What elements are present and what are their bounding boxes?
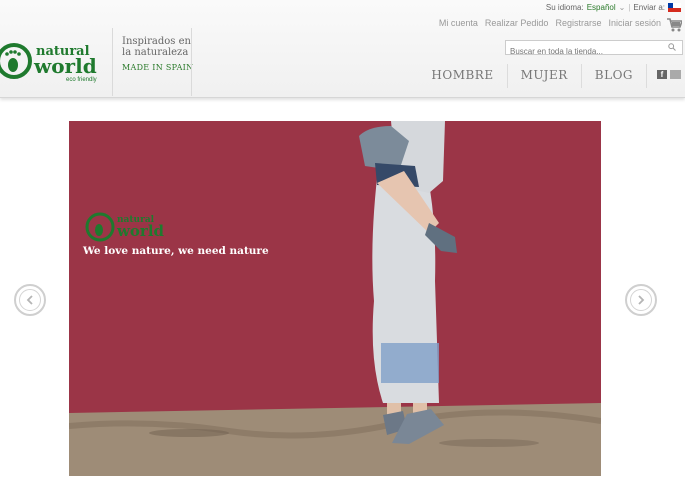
hero-slider: natural world We love nature, we need na…	[69, 121, 601, 476]
chevron-down-icon[interactable]: ⌄	[619, 3, 626, 12]
instagram-icon[interactable]	[670, 70, 681, 79]
social-links: f	[646, 64, 685, 88]
search-input[interactable]	[506, 45, 664, 58]
main-nav: HOMBRE MUJER BLOG f	[418, 64, 685, 88]
chile-flag-icon[interactable]	[668, 3, 681, 12]
hero-slogan: We love nature, we need nature	[83, 245, 269, 257]
site-header: Su idioma: Español ⌄ | Enviar a: Mi cuen…	[0, 0, 685, 98]
facebook-icon[interactable]: f	[657, 70, 667, 79]
divider: |	[628, 3, 631, 12]
brand-tagline: Inspirados en la naturaleza	[122, 36, 191, 58]
locale-bar: Su idioma: Español ⌄ | Enviar a:	[546, 3, 681, 12]
divider	[112, 28, 113, 96]
account-links: Mi cuenta Realizar Pedido Registrarse In…	[439, 18, 661, 28]
language-select[interactable]: Español	[587, 3, 616, 12]
brand-name-line2: world	[33, 54, 97, 78]
brand-logo[interactable]: natural world eco friendly	[0, 38, 105, 84]
checkout-link[interactable]: Realizar Pedido	[485, 18, 549, 28]
language-label: Su idioma:	[545, 3, 584, 12]
brand-subtitle: eco friendly	[66, 77, 97, 83]
hero-image: natural world	[69, 121, 601, 476]
chevron-left-icon	[26, 295, 33, 305]
register-link[interactable]: Registrarse	[555, 18, 601, 28]
search-icon[interactable]	[668, 43, 676, 51]
slider-prev-button[interactable]	[14, 284, 46, 316]
nav-item-blog[interactable]: BLOG	[580, 64, 646, 88]
nav-item-mujer[interactable]: MUJER	[506, 64, 581, 88]
cart-icon[interactable]	[666, 17, 682, 33]
slider-next-button[interactable]	[625, 284, 657, 316]
chevron-right-icon	[638, 295, 645, 305]
divider	[191, 28, 192, 96]
nav-item-hombre[interactable]: HOMBRE	[418, 64, 506, 88]
login-link[interactable]: Iniciar sesión	[608, 18, 661, 28]
tagline-line2: la naturaleza	[122, 47, 189, 58]
my-account-link[interactable]: Mi cuenta	[439, 18, 478, 28]
search-box	[505, 40, 683, 58]
slide-logo-line2: world	[116, 222, 165, 240]
tagline-line1: Inspirados en	[122, 36, 191, 47]
ship-to-label: Enviar a:	[633, 3, 665, 12]
made-in-spain-badge: MADE IN SPAIN	[122, 63, 194, 72]
